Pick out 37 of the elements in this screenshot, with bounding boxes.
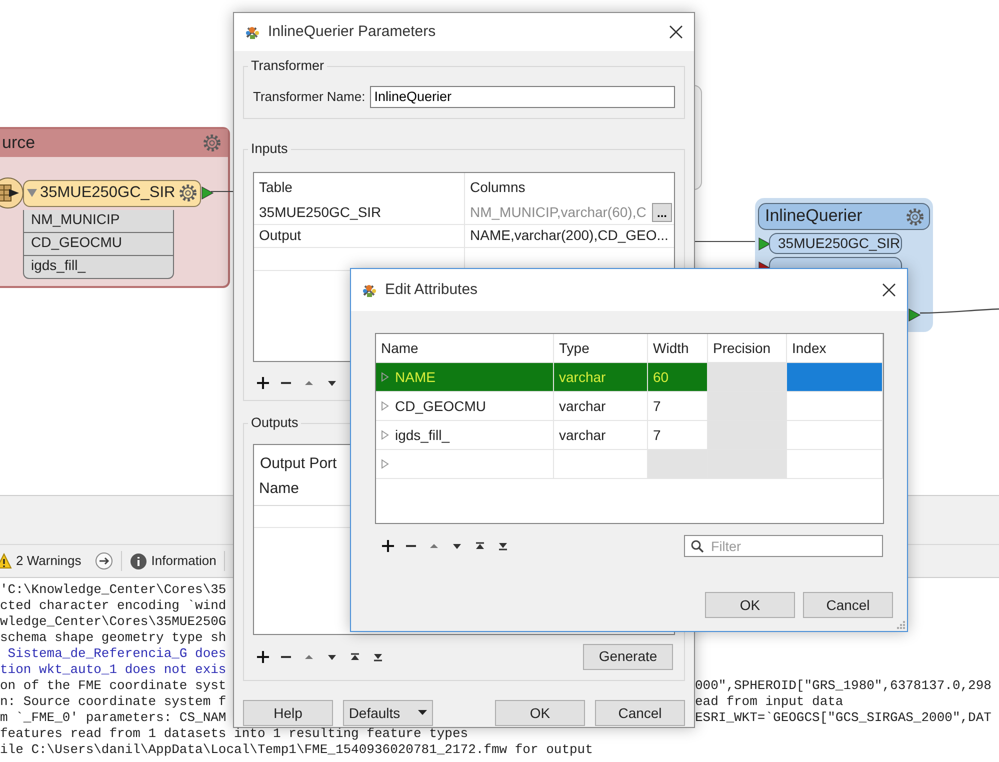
- feature-type-name: 35MUE250GC_SIR: [40, 184, 176, 202]
- log-line: n: Source coordinate system f: [0, 694, 226, 710]
- window-title: InlineQuerier Parameters: [268, 23, 437, 41]
- table-cell: varchar: [554, 363, 648, 392]
- group-label: Outputs: [248, 415, 302, 432]
- log-line: schema shape geometry type sh: [0, 630, 226, 646]
- window-title: Edit Attributes: [385, 281, 479, 299]
- table-cell: 60: [648, 363, 708, 392]
- table-cell-text: Output: [258, 227, 302, 244]
- group-label: Inputs: [248, 141, 291, 158]
- log-line: ESRI_WKT=`GEOGCS["GCS_SIRGAS_2000",DAT: [695, 710, 992, 726]
- log-line: ead from input data: [695, 694, 844, 710]
- column-header: Output Port: [259, 454, 337, 474]
- log-line: features read from 1 datasets into 1 resulting feature types: [0, 726, 468, 742]
- table-cell: NM_MUNICIP,varchar(60),C: [470, 204, 646, 222]
- node-title: InlineQuerier: [765, 206, 862, 227]
- log-line: m `_FME_0' parameters: CS_NAM: [0, 710, 226, 726]
- log-line: wledge_Center\Cores\35MUE250G: [0, 614, 226, 630]
- table-cell: varchar: [554, 392, 648, 421]
- table-cell: NAME,varchar(200),CD_GEO...: [470, 227, 668, 244]
- attribute-item: NM_MUNICIP: [23, 210, 174, 233]
- log-line: ile C:\Users\danil\AppData\Local\Temp1\FME_1540936020781_2172.fmw for output: [0, 742, 593, 758]
- log-line: on of the FME coordinate syst: [0, 678, 226, 694]
- field-label: Transformer Name:: [253, 89, 366, 105]
- table-cell-text: 35MUE250GC_SIR: [258, 204, 382, 222]
- log-line: tion wkt_auto_1 does not exis: [0, 662, 226, 678]
- attribute-item: igds_fill_: [23, 256, 174, 279]
- attribute-item: CD_GEOCMU: [23, 233, 174, 256]
- column-header: Columns: [470, 178, 526, 196]
- column-header: Table: [258, 178, 294, 196]
- node-title: urce: [2, 132, 36, 154]
- log-line: cted character encoding `wind: [0, 598, 226, 614]
- log-line: 'C:\Knowledge_Center\Cores\35: [0, 582, 226, 598]
- log-line: Sistema_de_Referencia_G does: [6, 646, 226, 662]
- table-cell: varchar: [554, 421, 648, 450]
- column-header: Name: [259, 478, 300, 499]
- log-line: 000",SPHEROID["GRS_1980",6378137.0,298: [695, 678, 992, 694]
